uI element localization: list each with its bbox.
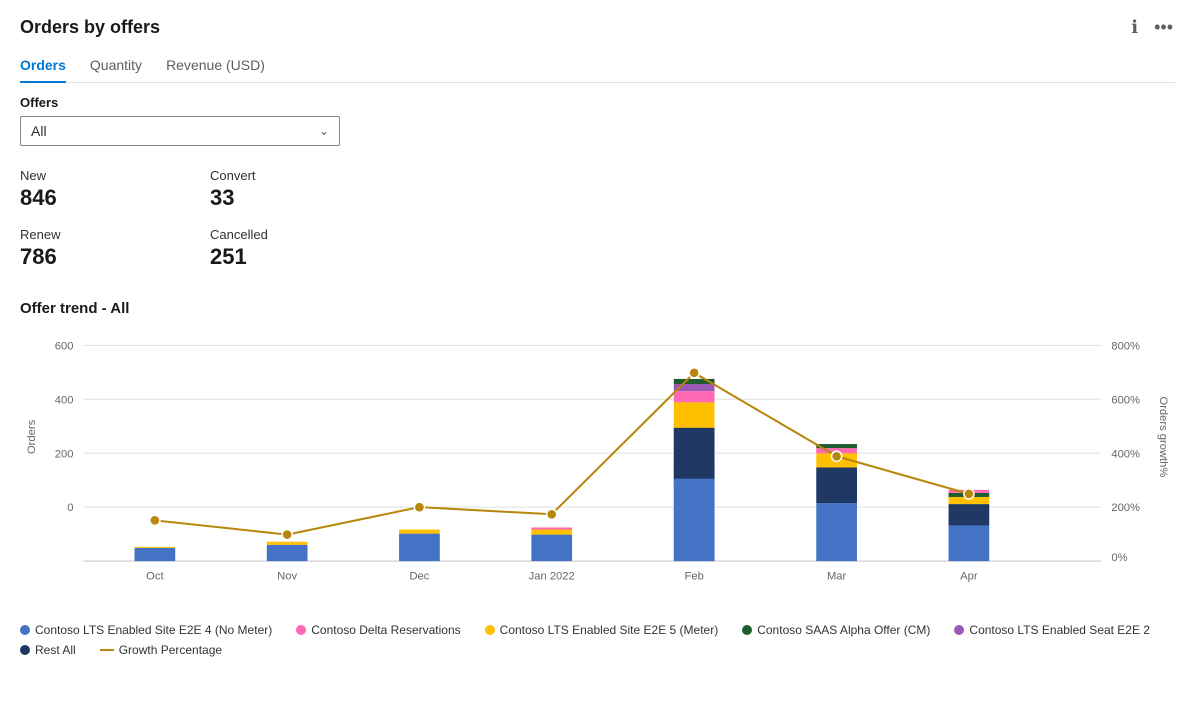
- bar-mar-restall: [816, 467, 857, 503]
- page-header: Orders by offers ℹ •••: [20, 16, 1175, 38]
- page-title: Orders by offers: [20, 17, 160, 38]
- legend-dot-e2e5: [485, 625, 495, 635]
- svg-text:600: 600: [55, 340, 74, 352]
- svg-text:Mar: Mar: [827, 570, 847, 582]
- bar-jan-e2e4: [531, 535, 572, 561]
- svg-text:Orders: Orders: [26, 419, 38, 454]
- legend-dot-saas: [742, 625, 752, 635]
- bar-feb-delta: [674, 391, 715, 402]
- svg-text:400%: 400%: [1111, 448, 1140, 460]
- growth-dot-apr: [964, 489, 974, 499]
- bar-nov-e2e5: [267, 542, 308, 545]
- bar-oct-e2e5: [135, 547, 176, 548]
- growth-dot-dec: [414, 502, 424, 512]
- legend-dot-e2e4: [20, 625, 30, 635]
- legend-label-seat: Contoso LTS Enabled Seat E2E 2: [969, 623, 1150, 637]
- bar-feb-e2e5: [674, 402, 715, 427]
- chart-section: Offer trend - All 600 400 200 0 800% 600…: [20, 300, 1175, 657]
- legend-label-saas: Contoso SAAS Alpha Offer (CM): [757, 623, 930, 637]
- svg-text:Jan 2022: Jan 2022: [529, 570, 575, 582]
- legend-growth: Growth Percentage: [100, 643, 222, 657]
- metrics-grid: New 846 Convert 33 Renew 786 Cancelled 2…: [20, 162, 400, 280]
- bar-jan-delta: [531, 527, 572, 529]
- bar-dec-e2e5: [399, 530, 440, 534]
- dropdown-value: All: [31, 123, 47, 139]
- legend-label-delta: Contoso Delta Reservations: [311, 623, 460, 637]
- info-icon[interactable]: ℹ: [1129, 16, 1140, 38]
- metric-convert-label: Convert: [210, 168, 400, 183]
- offers-dropdown[interactable]: All ⌄: [20, 116, 340, 146]
- metric-new-label: New: [20, 168, 210, 183]
- legend-dot-delta: [296, 625, 306, 635]
- legend-line-growth: [100, 649, 114, 651]
- svg-text:Oct: Oct: [146, 570, 164, 582]
- chart-area: 600 400 200 0 800% 600% 400% 200% 0% Ord…: [20, 325, 1175, 615]
- bar-jan-e2e5: [531, 530, 572, 535]
- svg-text:800%: 800%: [1111, 340, 1140, 352]
- svg-text:Feb: Feb: [685, 570, 704, 582]
- svg-text:0: 0: [67, 502, 73, 514]
- svg-text:Orders growth%: Orders growth%: [1157, 397, 1169, 478]
- svg-text:Nov: Nov: [277, 570, 297, 582]
- metric-convert-value: 33: [210, 185, 400, 211]
- bar-oct-e2e4: [135, 548, 176, 561]
- svg-text:0%: 0%: [1111, 552, 1127, 564]
- chart-legend: Contoso LTS Enabled Site E2E 4 (No Meter…: [20, 623, 1175, 657]
- legend-seat: Contoso LTS Enabled Seat E2E 2: [954, 623, 1150, 637]
- svg-text:400: 400: [55, 394, 74, 406]
- legend-dot-seat: [954, 625, 964, 635]
- bar-dec-e2e4: [399, 534, 440, 561]
- legend-label-e2e4: Contoso LTS Enabled Site E2E 4 (No Meter…: [35, 623, 272, 637]
- bar-apr-restall: [949, 504, 990, 525]
- growth-dot-jan: [547, 509, 557, 519]
- chevron-down-icon: ⌄: [319, 124, 329, 138]
- legend-saas: Contoso SAAS Alpha Offer (CM): [742, 623, 930, 637]
- bar-nov-e2e4: [267, 545, 308, 561]
- legend-dot-restall: [20, 645, 30, 655]
- offers-label: Offers: [20, 95, 1175, 110]
- growth-dot-feb: [689, 368, 699, 378]
- legend-e2e4: Contoso LTS Enabled Site E2E 4 (No Meter…: [20, 623, 272, 637]
- bar-feb-e2e4-final: [674, 479, 715, 561]
- metric-cancelled-value: 251: [210, 244, 400, 270]
- svg-text:Apr: Apr: [960, 570, 978, 582]
- growth-dot-oct: [150, 515, 160, 525]
- tab-quantity[interactable]: Quantity: [90, 51, 142, 83]
- bar-feb-restall: [674, 428, 715, 479]
- growth-dot-nov: [282, 530, 292, 540]
- legend-label-e2e5: Contoso LTS Enabled Site E2E 5 (Meter): [500, 623, 719, 637]
- legend-e2e5: Contoso LTS Enabled Site E2E 5 (Meter): [485, 623, 719, 637]
- metric-new-value: 846: [20, 185, 210, 211]
- metric-renew-label: Renew: [20, 227, 210, 242]
- tab-bar: Orders Quantity Revenue (USD): [20, 50, 1175, 83]
- bar-apr-e2e4: [949, 525, 990, 561]
- legend-restall: Rest All: [20, 643, 76, 657]
- header-actions: ℹ •••: [1129, 16, 1175, 38]
- tab-orders[interactable]: Orders: [20, 51, 66, 83]
- chart-svg: 600 400 200 0 800% 600% 400% 200% 0% Ord…: [20, 325, 1175, 615]
- metric-renew-value: 786: [20, 244, 210, 270]
- svg-text:600%: 600%: [1111, 394, 1140, 406]
- svg-text:Dec: Dec: [409, 570, 429, 582]
- metric-new: New 846: [20, 162, 210, 221]
- legend-delta: Contoso Delta Reservations: [296, 623, 460, 637]
- growth-dot-mar: [832, 451, 842, 461]
- svg-text:200: 200: [55, 448, 74, 460]
- svg-text:200%: 200%: [1111, 502, 1140, 514]
- metric-renew: Renew 786: [20, 221, 210, 280]
- metric-cancelled-label: Cancelled: [210, 227, 400, 242]
- more-options-icon[interactable]: •••: [1152, 16, 1175, 38]
- chart-title: Offer trend - All: [20, 300, 1175, 317]
- metric-convert: Convert 33: [210, 162, 400, 221]
- bar-mar-e2e4: [816, 503, 857, 561]
- metric-cancelled: Cancelled 251: [210, 221, 400, 280]
- legend-label-restall: Rest All: [35, 643, 76, 657]
- tab-revenue[interactable]: Revenue (USD): [166, 51, 265, 83]
- legend-label-growth: Growth Percentage: [119, 643, 222, 657]
